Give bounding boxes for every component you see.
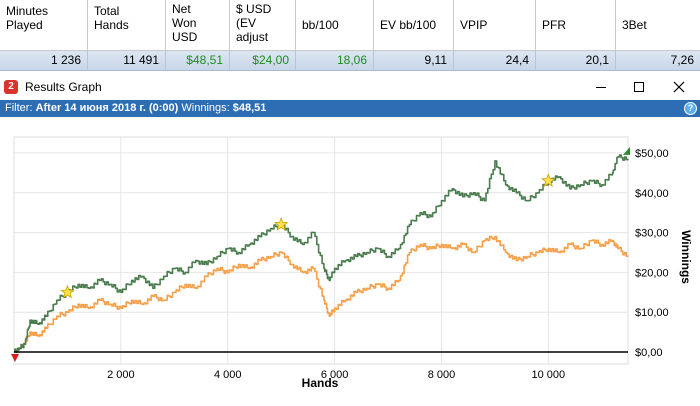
help-icon[interactable]: ?	[684, 102, 697, 115]
x-axis-label: Hands	[302, 376, 339, 390]
col-header-minutes-played[interactable]: Minutes Played	[0, 0, 88, 50]
cell-minutes-played: 1 236	[0, 51, 88, 70]
x-tick-label: 8 000	[428, 369, 456, 381]
cell-ev-usd: $24,00	[230, 51, 296, 70]
window-title: Results Graph	[25, 80, 102, 94]
x-tick-label: 10 000	[532, 369, 566, 381]
close-icon	[673, 81, 685, 93]
maximize-button[interactable]	[620, 74, 658, 100]
y-tick-label: $50,00	[635, 148, 669, 160]
stats-header-row: Minutes Played Total Hands Net Won USD $…	[0, 0, 700, 51]
filter-bar[interactable]: Filter: After 14 июня 2018 г. (0:00) Win…	[0, 100, 700, 117]
cell-pfr: 20,1	[536, 51, 616, 70]
cell-vpip: 24,4	[454, 51, 536, 70]
col-header-vpip[interactable]: VPIP	[454, 0, 536, 50]
y-tick-label: $40,00	[635, 188, 669, 200]
cell-net-won: $48,51	[166, 51, 230, 70]
y-tick-label: $20,00	[635, 267, 669, 279]
cell-total-hands: 11 491	[88, 51, 166, 70]
winnings-value: $48,51	[232, 102, 267, 114]
cell-3bet: 7,26	[670, 53, 694, 67]
col-header-3bet[interactable]: 3Bet	[616, 0, 700, 50]
cell-bb100: 18,06	[296, 51, 374, 70]
col-header-bb100[interactable]: bb/100	[296, 0, 374, 50]
x-tick-label: 2 000	[107, 369, 135, 381]
winnings-label: Winnings:	[181, 102, 233, 114]
filter-value: After 14 июня 2018 г. (0:00)	[35, 102, 179, 114]
col-header-net-won[interactable]: Net Won USD	[166, 0, 230, 50]
col-header-ev-bb100[interactable]: EV bb/100	[374, 0, 454, 50]
col-header-pfr[interactable]: PFR	[536, 0, 616, 50]
stats-value-row[interactable]: 1 236 11 491 $48,51 $24,00 18,06 9,11 24…	[0, 51, 700, 71]
y-tick-label: $10,00	[635, 307, 669, 319]
stats-table: Minutes Played Total Hands Net Won USD $…	[0, 0, 700, 71]
close-button[interactable]	[658, 74, 700, 100]
window-title-bar[interactable]: 2 Results Graph	[0, 74, 700, 100]
maximize-icon	[634, 82, 644, 92]
results-graph-chart[interactable]: 2 000 4 000 6 000 8 000 10 000 $0,00$10,00$2…	[0, 117, 700, 406]
cell-ev-bb100: 9,11	[374, 51, 454, 70]
filter-prefix: Filter:	[5, 102, 36, 114]
minimize-icon	[596, 87, 606, 88]
col-header-ev-usd[interactable]: $ USD (EV adjust	[230, 0, 296, 50]
y-axis-label: Winnings	[679, 230, 693, 284]
y-tick-label: $30,00	[635, 228, 669, 240]
x-tick-label: 4 000	[214, 369, 242, 381]
minimize-button[interactable]	[582, 74, 620, 100]
filter-text: Filter: After 14 июня 2018 г. (0:00) Win…	[5, 100, 266, 117]
y-tick-label: $0,00	[635, 347, 663, 359]
app-logo-icon: 2	[4, 80, 18, 94]
col-header-total-hands[interactable]: Total Hands	[88, 0, 166, 50]
